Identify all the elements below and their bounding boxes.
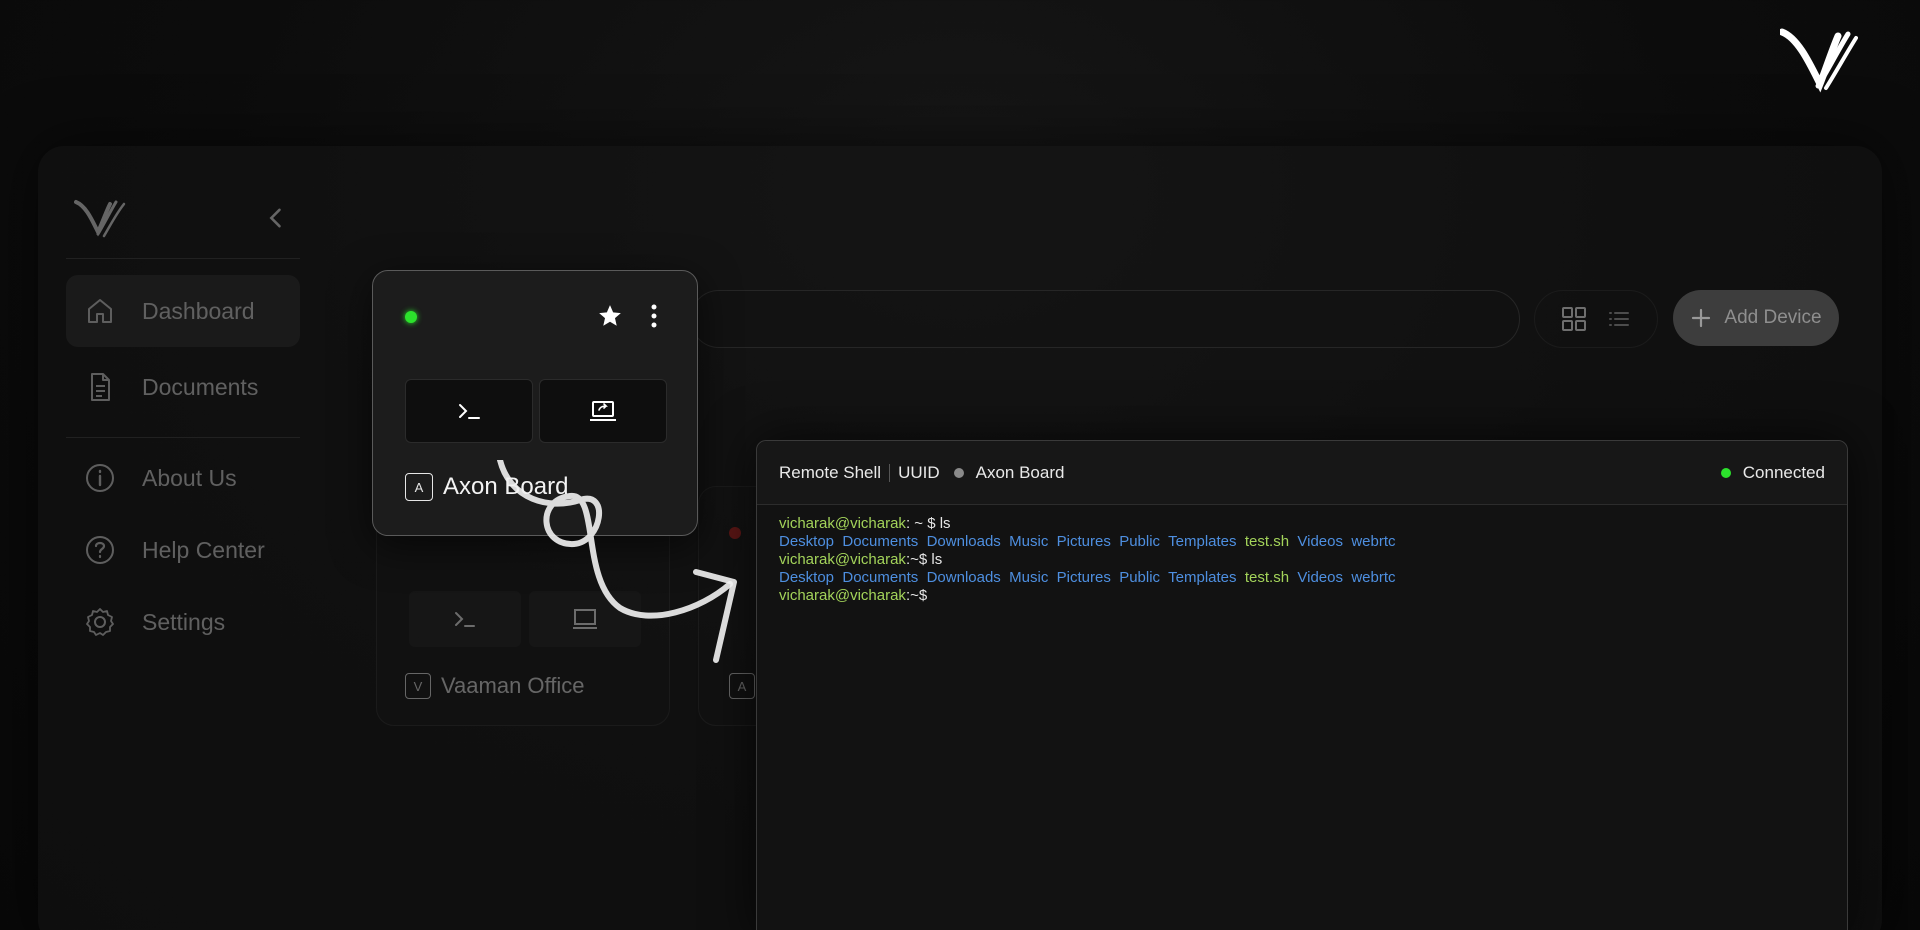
device-name: Axon Board <box>443 473 569 500</box>
list-view-icon[interactable] <box>1605 305 1633 333</box>
add-device-label: Add Device <box>1724 307 1822 328</box>
connection-indicator <box>1720 467 1731 478</box>
device-letter-badge: V <box>405 673 431 699</box>
sidebar-header <box>66 190 300 250</box>
prompt-line: vicharak@vicharak:~$ <box>779 587 928 604</box>
remote-desktop-button[interactable] <box>539 379 667 443</box>
sidebar-item-label: Help Center <box>142 536 265 563</box>
sidebar-item-help[interactable]: Help Center <box>66 514 300 586</box>
terminal-header: Remote Shell UUID Axon Board Connected <box>757 441 1847 505</box>
separator-dot <box>953 467 964 478</box>
info-icon <box>86 464 114 492</box>
search-input[interactable] <box>690 290 1520 348</box>
sidebar-item-label: Settings <box>142 608 226 635</box>
device-name-row: V Vaaman Office <box>405 673 584 699</box>
sidebar-item-label: About Us <box>142 464 237 491</box>
more-options-icon[interactable] <box>647 303 661 329</box>
chevron-left-icon[interactable] <box>262 204 290 232</box>
brand-logo <box>1780 28 1858 93</box>
remote-desktop-icon <box>573 609 597 629</box>
device-name-row: A <box>729 673 755 699</box>
status-indicator-offline <box>729 527 741 539</box>
view-toggle <box>1534 290 1658 348</box>
sidebar-item-documents[interactable]: Documents <box>66 351 300 423</box>
sidebar-item-dashboard[interactable]: Dashboard <box>66 275 300 347</box>
terminal-button[interactable] <box>405 379 533 443</box>
remote-shell-window[interactable]: Remote Shell UUID Axon Board Connected v… <box>756 440 1848 930</box>
device-name-row: A Axon Board <box>405 473 568 501</box>
star-icon[interactable] <box>597 303 623 329</box>
header-divider <box>889 463 891 482</box>
listing-line: Desktop Documents Downloads Music Pictur… <box>779 533 1396 550</box>
featured-device-card[interactable]: A Axon Board <box>372 270 698 536</box>
add-device-button[interactable]: Add Device <box>1673 290 1839 346</box>
sidebar-logo <box>74 200 126 238</box>
terminal-button[interactable] <box>409 591 521 647</box>
remote-desktop-icon <box>590 401 616 421</box>
remote-desktop-button[interactable] <box>529 591 641 647</box>
device-letter-badge: A <box>405 473 433 501</box>
sidebar-item-about[interactable]: About Us <box>66 442 300 514</box>
status-indicator-online <box>405 311 417 323</box>
device-letter-badge: A <box>729 673 755 699</box>
connection-status: Connected <box>1742 462 1825 482</box>
sidebar-item-settings[interactable]: Settings <box>66 586 300 658</box>
terminal-device-name: Axon Board <box>975 462 1065 482</box>
grid-view-icon[interactable] <box>1560 305 1588 333</box>
listing-line: Desktop Documents Downloads Music Pictur… <box>779 569 1396 586</box>
terminal-icon <box>455 612 475 627</box>
gear-icon <box>86 608 114 636</box>
prompt-line: vicharak@vicharak:~$ ls <box>779 551 943 568</box>
terminal-title: Remote Shell <box>779 462 882 482</box>
sidebar-item-label: Dashboard <box>142 297 255 324</box>
terminal-output[interactable]: vicharak@vicharak: ~ $ ls Desktop Docume… <box>757 505 1847 615</box>
sidebar-divider <box>66 258 300 259</box>
plus-icon <box>1692 308 1711 328</box>
uuid-label: UUID <box>898 462 940 482</box>
terminal-icon <box>459 404 480 419</box>
sidebar-divider <box>66 437 300 438</box>
device-name: Vaaman Office <box>441 673 585 698</box>
prompt-line: vicharak@vicharak: ~ $ ls <box>779 515 951 532</box>
help-icon <box>86 536 114 564</box>
sidebar-item-label: Documents <box>142 373 259 400</box>
home-icon <box>88 299 112 323</box>
document-icon <box>91 373 110 401</box>
sidebar: Dashboard Documents About Us Help Center… <box>66 190 300 658</box>
